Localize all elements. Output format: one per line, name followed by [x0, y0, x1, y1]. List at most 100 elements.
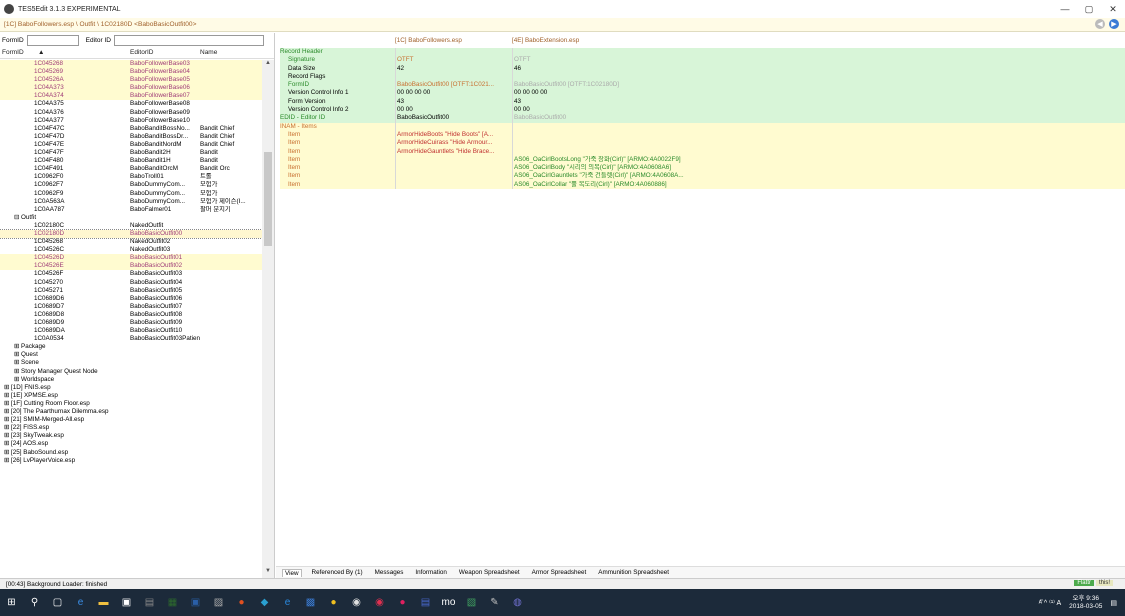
tree-group-node[interactable]: ⊞ [22] FISS.esp — [0, 424, 262, 432]
app5-icon[interactable]: ● — [230, 589, 253, 616]
tree-scrollbar[interactable]: ▲ ▼ — [262, 60, 274, 578]
tree-group-node[interactable]: ⊞ [1F] Cutting Room Floor.esp — [0, 400, 262, 408]
record-field-row[interactable]: Record Header — [280, 48, 1125, 57]
record-field-row[interactable]: Item ArmorHideCuirass "Hide Armour... — [280, 139, 1125, 148]
record-field-row[interactable]: Item AS06_OaCirlGauntlets "가죽 건틀렛(Cirl)" … — [280, 172, 1125, 181]
back-icon[interactable]: ◀ — [1095, 19, 1105, 29]
app4-icon[interactable]: ▨ — [207, 589, 230, 616]
app14-icon[interactable]: ✎ — [483, 589, 506, 616]
column-header-editorid[interactable]: EditorID — [130, 49, 200, 56]
tree-group-node[interactable]: ⊞ [20] The Paarthurnax Dilemma.esp — [0, 408, 262, 416]
record-field-value-file-2[interactable] — [512, 130, 712, 140]
store-icon[interactable]: ▣ — [115, 589, 138, 616]
record-field-value-file-2[interactable] — [512, 139, 712, 148]
formid-filter-input[interactable] — [26, 34, 79, 46]
search-icon[interactable]: ⚲ — [23, 589, 46, 616]
record-field-row[interactable]: FormID BaboBasicOutfit00 [OTFT:1C021... Ba… — [280, 81, 1125, 90]
tree-group-node[interactable]: ⊞ [21] SMIM-Merged-All.esp — [0, 416, 262, 424]
maximize-icon[interactable]: ▢ — [1077, 0, 1101, 18]
record-field-value-file-1[interactable] — [395, 48, 512, 57]
app11-icon[interactable]: ▤ — [414, 589, 437, 616]
tree-row[interactable]: 1C045271 BaboBasicOutfit05 — [0, 287, 262, 295]
record-field-value-file-1[interactable]: BaboBasicOutfit00 — [395, 114, 512, 123]
app13-icon[interactable]: ▧ — [460, 589, 483, 616]
record-field-value-file-1[interactable] — [395, 155, 512, 165]
column-header-file-2[interactable]: [4E] BaboExtension.esp — [512, 37, 702, 48]
tree-row[interactable]: 1C04526F BaboBasicOutfit03 — [0, 270, 262, 278]
record-field-value-file-2[interactable]: BaboBasicOutfit00 — [512, 114, 712, 123]
column-header-file-1[interactable]: [1C] BaboFollowers.esp — [395, 37, 512, 48]
tab-information[interactable]: Information — [413, 569, 449, 576]
app10-icon[interactable]: ● — [391, 589, 414, 616]
tab-referenced-by-1[interactable]: Referenced By (1) — [310, 569, 365, 576]
minimize-icon[interactable]: — — [1053, 0, 1077, 18]
record-field-value-file-1[interactable] — [395, 122, 512, 131]
app1-icon[interactable]: ▤ — [138, 589, 161, 616]
tree-row[interactable]: 1C0689D7 BaboBasicOutfit07 — [0, 303, 262, 311]
record-field-value-file-2[interactable] — [512, 72, 712, 82]
app7-icon[interactable]: ▩ — [299, 589, 322, 616]
record-field-row[interactable]: Item AS06_OaCirlCollar "뿔 목도리(Cirl)" [ARM… — [280, 180, 1125, 190]
record-field-row[interactable]: Item ArmorHideGauntlets "Hide Brace... — [280, 147, 1125, 156]
tab-messages[interactable]: Messages — [373, 569, 406, 576]
record-field-value-file-2[interactable] — [512, 122, 712, 131]
record-field-value-file-1[interactable] — [395, 72, 512, 82]
app9-icon[interactable]: ◉ — [368, 589, 391, 616]
record-field-row[interactable]: Form Version 43 43 — [280, 97, 1125, 107]
tray-icons[interactable]: ᴬ̂ ^ ⁽¹⁾ A — [1039, 599, 1061, 607]
tree-row[interactable]: 1C04A374 BaboFollowerBase07 — [0, 92, 262, 101]
tree-row[interactable]: 1C045270 BaboBasicOutfit04 — [0, 279, 262, 287]
flattr-badge[interactable]: Flattr this! — [1074, 580, 1113, 586]
tree-group-node[interactable]: ⊞ [24] AOS.esp — [0, 440, 262, 448]
record-field-row[interactable]: Version Control Info 1 00 00 00 00 00 00 0… — [280, 89, 1125, 98]
record-field-value-file-2[interactable]: 43 — [512, 97, 712, 107]
record-field-value-file-2[interactable]: 46 — [512, 64, 712, 73]
task-view-icon[interactable]: ▢ — [46, 589, 69, 616]
tree-row[interactable]: 1C04F491 BaboBanditOrcM Bandit Orc — [0, 165, 262, 173]
record-field-value-file-2[interactable]: AS06_OaCirlBootsLong "가죽 장화(Cirl)" [ARMO… — [512, 155, 712, 165]
record-field-row[interactable]: Item AS06_OaCirlBody "시리의 의복(Cirl)" [ARMO… — [280, 164, 1125, 173]
tree-group-node[interactable]: ⊞ [23] SkyTweak.esp — [0, 432, 262, 440]
tab-weapon-spreadsheet[interactable]: Weapon Spreadsheet — [457, 569, 522, 576]
chrome-icon[interactable]: ◉ — [345, 589, 368, 616]
tree-group-node[interactable]: ⊟ Outfit — [0, 214, 262, 222]
tab-armor-spreadsheet[interactable]: Armor Spreadsheet — [530, 569, 589, 576]
tree-row[interactable]: 1C0AA787 BaboFalmer01 팔머 분지기 — [0, 206, 262, 214]
scroll-down-icon[interactable]: ▼ — [262, 568, 274, 578]
record-field-row[interactable]: INAM - Items — [280, 122, 1125, 131]
tree-row[interactable]: 1C0962F7 BaboDummyCom... 모험가 — [0, 181, 262, 189]
tree-group-node[interactable]: ⊞ Scene — [0, 359, 262, 367]
column-header-formid[interactable]: FormID — [0, 49, 38, 56]
record-field-value-file-2[interactable]: 00 00 — [512, 106, 712, 115]
tree-group-node[interactable]: ⊞ Worldspace — [0, 376, 262, 384]
app8-icon[interactable]: ● — [322, 589, 345, 616]
tree-row[interactable]: 1C04A373 BaboFollowerBase06 — [0, 84, 262, 93]
tree-row[interactable]: 1C0A0534 BaboBasicOutfit03Patient — [0, 335, 262, 343]
record-field-row[interactable]: Item AS06_OaCirlBootsLong "가죽 장화(Cirl)" [… — [280, 155, 1125, 165]
tree-group-node[interactable]: ⊞ [1E] XPMSE.esp — [0, 392, 262, 400]
tree-row[interactable]: 1C0689D8 BaboBasicOutfit08 — [0, 311, 262, 319]
tree-row[interactable]: 1C045268 BaboFollowerBase03 — [0, 60, 262, 69]
record-field-value-file-1[interactable]: 00 00 — [395, 106, 512, 115]
ie-icon[interactable]: e — [276, 589, 299, 616]
record-field-value-file-1[interactable]: 00 00 00 00 — [395, 89, 512, 98]
tree-row[interactable]: 1C04526A BaboFollowerBase05 — [0, 76, 262, 85]
edge-icon[interactable]: e — [69, 589, 92, 616]
tree-group-node[interactable]: ⊞ [26] LvPlayerVoice.esp — [0, 457, 262, 465]
tree-row[interactable]: 1C04F47D BaboBanditBossDr... Bandit Chief — [0, 133, 262, 141]
tree-row[interactable]: 1C02180C NakedOutfit — [0, 222, 262, 230]
explorer-icon[interactable]: ▬ — [92, 589, 115, 616]
tree-row[interactable]: 1C0689D6 BaboBasicOutfit06 — [0, 295, 262, 303]
tree-group-node[interactable]: ⊞ Quest — [0, 351, 262, 359]
tree-group-node[interactable]: ⊞ Story Manager Quest Node — [0, 368, 262, 376]
tree-row[interactable]: 1C045269 BaboFollowerBase04 — [0, 68, 262, 77]
notification-icon[interactable]: ▤ — [1110, 599, 1117, 607]
record-field-row[interactable]: EDID - Editor ID BaboBasicOutfit00 BaboBas… — [280, 114, 1125, 123]
clock[interactable]: 오후 9:36 2018-03-05 — [1069, 595, 1102, 611]
tree-row[interactable]: 1C045268 NakedOutfit02 — [0, 238, 262, 246]
record-field-row[interactable]: Item ArmorHideBoots "Hide Boots" [A... — [280, 130, 1125, 140]
record-field-value-file-1[interactable] — [395, 164, 512, 173]
app15-icon[interactable]: ◍ — [506, 589, 529, 616]
record-field-value-file-1[interactable] — [395, 180, 512, 190]
editorid-filter-input[interactable] — [113, 34, 264, 46]
